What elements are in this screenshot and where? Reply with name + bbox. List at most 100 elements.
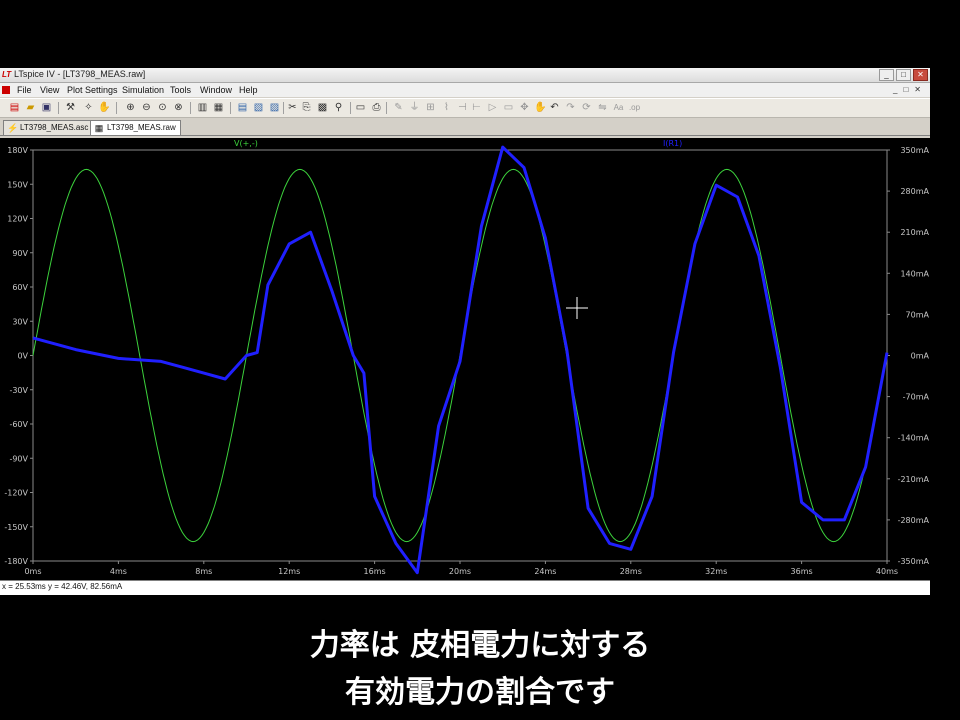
waveform-svg[interactable]: 180V 150V 120V 90V 60V 30V 0V -30V -60V -90V -120V… (0, 138, 930, 580)
mirror-icon[interactable]: ⇋ (596, 101, 609, 114)
label-icon[interactable]: ⊞ (424, 101, 437, 114)
run-icon[interactable]: ✧ (82, 101, 95, 114)
zoom-fit-icon[interactable]: ⊗ (172, 101, 185, 114)
left-tick-label: 30V (12, 317, 28, 326)
right-tick-label: 350mA (900, 146, 929, 155)
left-tick-label: 0V (17, 352, 28, 361)
x-tick-label: 28ms (620, 567, 642, 576)
right-tick-label: 140mA (900, 269, 929, 278)
x-tick-label: 8ms (195, 567, 212, 576)
trace-v[interactable] (32, 168, 886, 543)
left-tick-label: -150V (4, 523, 28, 532)
tab-label: LT3798_MEAS.raw (107, 123, 176, 132)
left-tick-label: 150V (7, 180, 28, 189)
document-tabs: ⚡ LT3798_MEAS.asc ▦ LT3798_MEAS.raw (0, 118, 930, 136)
text-icon[interactable]: Aa (612, 101, 625, 114)
right-tick-label: -140mA (898, 434, 930, 443)
draw-wire-icon[interactable]: ✎ (392, 101, 405, 114)
open-icon[interactable]: ▰ (24, 101, 37, 114)
capacitor-icon[interactable]: ⊣ (456, 101, 469, 114)
x-tick-label: 16ms (364, 567, 386, 576)
zoom-area-icon[interactable]: ⊙ (156, 101, 169, 114)
right-tick-label: -210mA (898, 475, 930, 484)
left-tick-label: 60V (12, 283, 28, 292)
schematic-icon: ⚡ (7, 123, 19, 133)
menu-file[interactable]: File (17, 85, 32, 95)
x-tick-label: 40ms (876, 567, 898, 576)
waveform-plot[interactable]: 180V 150V 120V 90V 60V 30V 0V -30V -60V -90V -120V… (0, 138, 930, 580)
zoom-out-icon[interactable]: ⊖ (140, 101, 153, 114)
left-tick-label: -180V (4, 557, 28, 566)
new-schematic-icon[interactable]: ▤ (8, 101, 21, 114)
cut-icon[interactable]: ✂ (286, 101, 299, 114)
tab-schematic[interactable]: ⚡ LT3798_MEAS.asc (3, 120, 94, 135)
ground-icon[interactable]: ⏚ (408, 101, 421, 114)
cascade-icon[interactable]: ▧ (252, 101, 265, 114)
redo-icon[interactable]: ↷ (564, 101, 577, 114)
right-tick-label: 0mA (911, 352, 930, 361)
menu-simulation[interactable]: Simulation (122, 85, 164, 95)
spice-directive-icon[interactable]: .op (628, 101, 641, 114)
save-icon[interactable]: ▣ (40, 101, 53, 114)
close-button[interactable]: ✕ (913, 69, 928, 81)
crosshair-cursor (566, 297, 588, 319)
halt-icon[interactable]: ✋ (98, 101, 111, 114)
diode-icon[interactable]: ▷ (486, 101, 499, 114)
find-icon[interactable]: ⚲ (332, 101, 345, 114)
maximize-button[interactable]: □ (896, 69, 911, 81)
menu-view[interactable]: View (40, 85, 59, 95)
trace-i[interactable] (32, 145, 889, 575)
app-logo: LT (2, 70, 12, 79)
rotate-icon[interactable]: ⟳ (580, 101, 593, 114)
paste-icon[interactable]: ▩ (316, 101, 329, 114)
menu-window[interactable]: Window (200, 85, 232, 95)
inductor-icon[interactable]: ⊢ (470, 101, 483, 114)
x-tick-label: 36ms (791, 567, 813, 576)
print-icon[interactable]: ⎙ (370, 101, 383, 114)
resistor-icon[interactable]: ⌇ (440, 101, 453, 114)
trace-label-i[interactable]: I(R1) (663, 139, 682, 148)
trace-label-v[interactable]: V(+,-) (234, 139, 258, 148)
print-preview-icon[interactable]: ▭ (354, 101, 367, 114)
minimize-button[interactable]: _ (879, 69, 894, 81)
subtitle-line-2: 有効電力の割合です (345, 675, 615, 710)
autorange-icon[interactable]: ▥ (196, 101, 209, 114)
window-title: LTspice IV - [LT3798_MEAS.raw] (14, 69, 146, 79)
waveform-icon: ▦ (94, 123, 104, 133)
left-tick-label: -60V (9, 420, 28, 429)
right-tick-label: 210mA (900, 228, 929, 237)
x-tick-label: 32ms (705, 567, 727, 576)
tab-waveform[interactable]: ▦ LT3798_MEAS.raw (90, 120, 181, 135)
menu-help[interactable]: Help (239, 85, 258, 95)
left-tick-label: 180V (7, 146, 28, 155)
menu-tools[interactable]: Tools (170, 85, 191, 95)
x-tick-label: 4ms (110, 567, 127, 576)
cascade-windows-icon[interactable]: ▨ (268, 101, 281, 114)
x-tick-label: 0ms (24, 567, 41, 576)
left-tick-label: 120V (7, 215, 28, 224)
drag-icon[interactable]: ✋ (534, 101, 547, 114)
cursor-readout: x = 25.53ms y = 42.46V, 82.56mA (2, 582, 123, 591)
left-tick-label: 90V (12, 249, 28, 258)
right-tick-label: 70mA (906, 310, 930, 319)
right-tick-label: -280mA (898, 516, 930, 525)
x-tick-label: 24ms (534, 567, 556, 576)
toolbar: ▤ ▰ ▣ ⚒ ✧ ✋ ⊕ ⊖ ⊙ ⊗ ▥ ▦ ▤ ▧ ▨ ✂ ⎘ ▩ ⚲ ▭ … (0, 98, 930, 118)
zoom-in-icon[interactable]: ⊕ (124, 101, 137, 114)
tile-horizontal-icon[interactable]: ▤ (236, 101, 249, 114)
left-tick-label: -30V (9, 386, 28, 395)
undo-icon[interactable]: ↶ (548, 101, 561, 114)
control-panel-icon[interactable]: ⚒ (64, 101, 77, 114)
left-tick-label: -90V (9, 454, 28, 463)
window-controls: _ □ ✕ (879, 69, 928, 81)
move-icon[interactable]: ✥ (518, 101, 531, 114)
document-menu-icon[interactable] (2, 86, 10, 94)
component-icon[interactable]: ▭ (502, 101, 515, 114)
left-tick-label: -120V (4, 489, 28, 498)
menu-plot-settings[interactable]: Plot Settings (67, 85, 118, 95)
right-tick-label: -350mA (898, 557, 930, 566)
mdi-window-controls[interactable]: _□✕ (893, 85, 927, 94)
copy-icon[interactable]: ⎘ (300, 101, 313, 114)
tile-vertical-icon[interactable]: ▦ (212, 101, 225, 114)
title-bar: LT LTspice IV - [LT3798_MEAS.raw] _ □ ✕ (0, 68, 930, 83)
